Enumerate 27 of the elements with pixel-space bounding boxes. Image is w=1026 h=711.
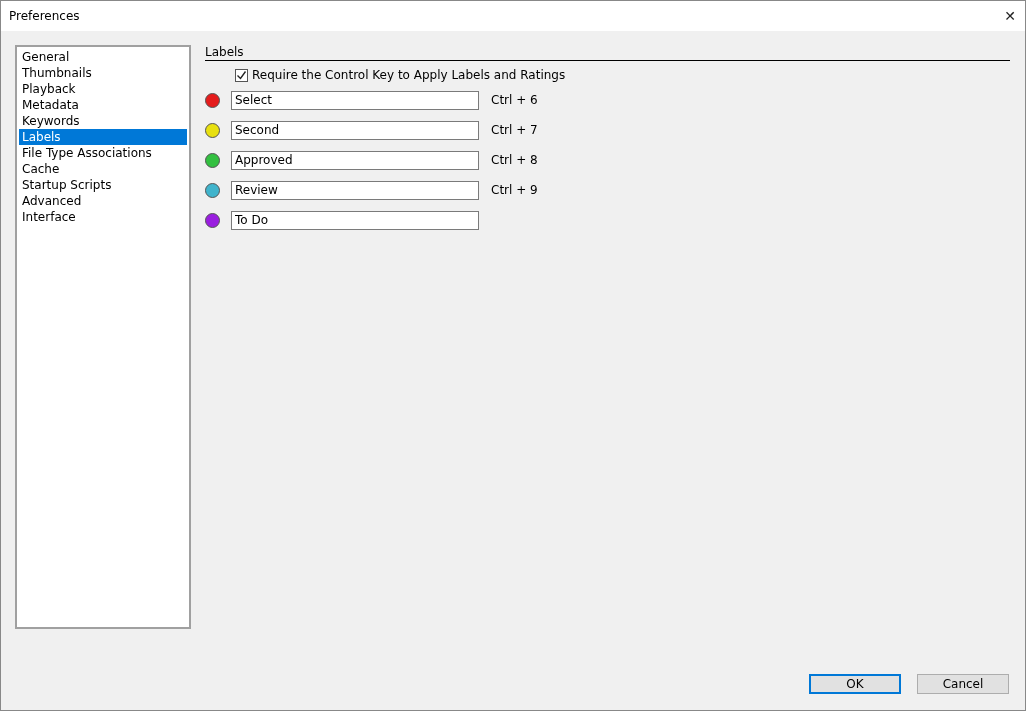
shortcut-text: Ctrl + 8 [491,153,538,167]
shortcut-text: Ctrl + 9 [491,183,538,197]
label-name-field[interactable]: Approved [231,150,479,170]
window-title: Preferences [9,9,80,23]
category-item[interactable]: Advanced [19,193,187,209]
shortcut-text: Ctrl + 6 [491,93,538,107]
label-name-field[interactable]: Second [231,120,479,140]
label-name-field[interactable]: Review [231,180,479,200]
dialog-button[interactable]: Cancel [917,674,1009,694]
checkbox-label: Require the Control Key to Apply Labels and Ratings [252,68,566,82]
dialog-button[interactable]: OK [809,674,901,694]
label-name-field[interactable]: Select [231,90,479,110]
category-item[interactable]: File Type Associations [19,145,187,161]
category-item[interactable]: Cache [19,161,187,177]
checkbox[interactable] [235,68,248,82]
category-item[interactable]: Thumbnails [19,65,187,81]
section-title: Labels [205,45,1010,61]
category-item[interactable]: General [19,49,187,65]
category-item[interactable]: Interface [19,209,187,225]
label-name-field[interactable]: To Do [231,210,479,230]
category-item[interactable]: Playback [19,81,187,97]
category-item[interactable]: Metadata [19,97,187,113]
shortcut-text: Ctrl + 7 [491,123,538,137]
close-button[interactable]: ✕ [995,1,1025,31]
category-item[interactable]: Keywords [19,113,187,129]
category-item[interactable]: Labels [19,129,187,145]
category-item[interactable]: Startup Scripts [19,177,187,193]
